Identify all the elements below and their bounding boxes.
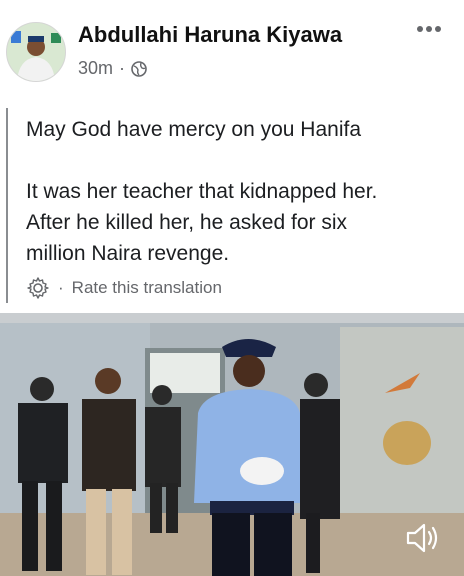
avatar-photo bbox=[7, 23, 65, 81]
post-body: May God have mercy on you Hanifa It was … bbox=[6, 108, 458, 308]
post-meta: 30m · bbox=[78, 58, 147, 79]
post-text-line: May God have mercy on you Hanifa bbox=[26, 118, 361, 141]
post-time[interactable]: 30m bbox=[78, 58, 113, 79]
video-frame bbox=[0, 313, 464, 576]
translate-separator: · bbox=[58, 278, 64, 297]
post-text-line: million Naira revenge. bbox=[26, 242, 230, 265]
more-options-icon[interactable] bbox=[416, 24, 442, 34]
rate-translation-link[interactable]: Rate this translation bbox=[72, 278, 222, 298]
gear-icon[interactable] bbox=[26, 276, 50, 300]
author-avatar[interactable] bbox=[6, 22, 66, 82]
author-name[interactable]: Abdullahi Haruna Kiyawa bbox=[78, 22, 342, 48]
meta-separator: · bbox=[119, 58, 126, 78]
post-text-line: It was her teacher that kidnapped her. bbox=[26, 180, 378, 203]
translation-indicator-bar bbox=[6, 108, 8, 303]
post-video[interactable] bbox=[0, 313, 464, 576]
post-text-line: After he killed her, he asked for six bbox=[26, 211, 347, 234]
post-header: Abdullahi Haruna Kiyawa 30m · bbox=[0, 0, 464, 100]
speaker-icon[interactable] bbox=[402, 518, 442, 558]
translation-rating-row: · Rate this translation bbox=[26, 276, 222, 300]
globe-icon bbox=[131, 60, 147, 77]
